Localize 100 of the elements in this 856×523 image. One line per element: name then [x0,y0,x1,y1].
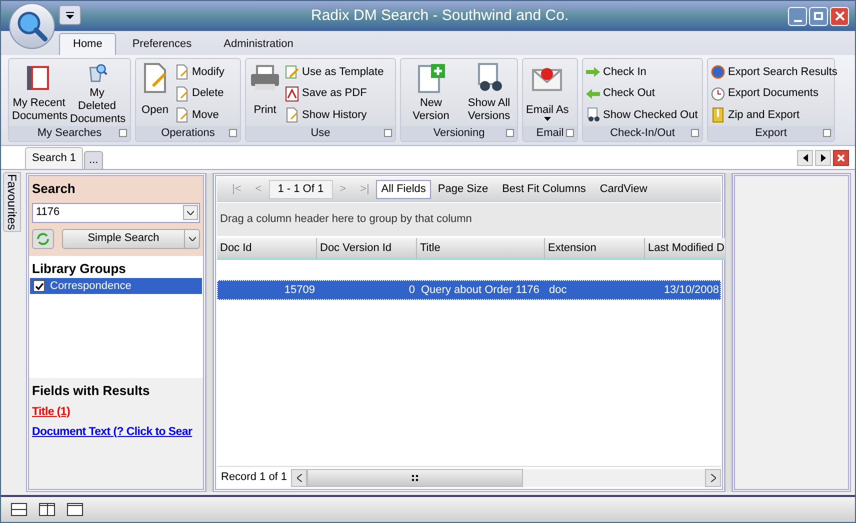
ribbon-small-button[interactable]: Delete [174,84,224,104]
ribbon-small-button[interactable]: Export Search Results [710,62,838,82]
document-icon [284,107,300,123]
ribbon-large-button[interactable]: My Recent Documents [11,61,67,126]
dialog-launcher-icon[interactable] [384,129,392,137]
table-cell-text: doc [548,282,568,298]
fields-heading: Fields with Results [32,382,151,400]
document-icon [174,64,190,80]
grid-toolbar-button[interactable]: CardView [592,180,654,198]
field-link[interactable]: Document Text (? Click to Sear [32,424,200,441]
ribbon-small-button[interactable]: Show History [284,105,384,125]
scroll-left-button[interactable] [797,150,813,166]
column-header[interactable]: Doc Id [217,238,317,260]
dialog-launcher-icon[interactable] [691,129,699,137]
ribbon-group-caption: My Searches [9,126,130,141]
close-button[interactable] [830,6,849,26]
layout-horizontal-icon[interactable] [11,503,27,516]
ribbon-small-button[interactable]: Use as Template [284,62,384,82]
ribbon-small-button[interactable]: Check Out [585,84,698,104]
document-tab[interactable]: ... [84,151,104,169]
dropdown-icon[interactable] [183,205,198,220]
dialog-launcher-icon[interactable] [229,129,237,137]
search-combo-field[interactable]: 1176 [32,202,200,222]
table-row[interactable]: 15709 0 Query about Order 1176 doc 13/10/2008 [217,280,721,300]
ribbon-large-button[interactable]: Print [248,61,282,126]
ribbon-tab[interactable]: Home [59,33,116,55]
close-icon [834,11,844,21]
ribbon-small-button[interactable]: Save as PDF [284,84,384,104]
ribbon-small-button[interactable]: Check In [585,62,698,82]
arrow-right-icon [585,64,601,80]
column-header[interactable]: Doc Version Id [317,238,417,260]
close-tab-button[interactable] [833,150,849,166]
document-icon [174,107,190,123]
ribbon-group-caption: Email [523,126,577,141]
ribbon-tab[interactable]: Preferences [116,33,208,55]
ribbon-large-button[interactable]: My Deleted Documents [69,61,125,126]
scroll-right-button[interactable] [815,150,831,166]
checkmark-icon [34,282,44,290]
ribbon-large-button[interactable]: New Version [403,61,459,126]
field-link[interactable]: Title (1) [32,404,200,421]
dropdown-icon[interactable] [184,230,199,248]
grid-toolbar-button[interactable]: Best Fit Columns [495,180,593,198]
search-heading: Search [32,180,76,198]
column-header[interactable]: Extension [545,238,645,260]
ribbon-small-button[interactable]: Modify [174,62,224,82]
document-icon [174,86,190,102]
scroll-thumb[interactable] [307,468,524,486]
table-cell-text: Query about Order 1176 [420,282,540,298]
ribbon-small-button[interactable]: Export Documents [710,84,838,104]
binoculars-icon [585,107,601,123]
record-info: Record 1 of 1 [220,470,288,486]
grip-icon [412,474,418,480]
ribbon-group-caption: Export [708,126,834,141]
layout-vertical-icon[interactable] [39,503,55,516]
ribbon-large-button[interactable]: Open [138,61,172,126]
ribbon-group-caption: Operations [136,126,240,141]
magnifier-icon [15,9,49,43]
layout-single-icon[interactable] [67,503,83,516]
quick-access-menu-button[interactable] [59,5,81,25]
close-icon [837,154,845,162]
ribbon-group-caption: Check-In/Out [583,126,702,141]
library-groups-heading: Library Groups [31,260,127,278]
library-group-item[interactable]: Correspondence [30,278,202,294]
refresh-icon [36,232,50,246]
search-mode-button[interactable]: Simple Search [62,228,200,248]
dialog-launcher-icon[interactable] [119,129,127,137]
grid-toolbar-button[interactable]: Page Size [430,180,496,198]
dialog-launcher-icon[interactable] [506,129,514,137]
ribbon-large-button[interactable]: Show All Versions [461,61,517,126]
document-tab[interactable]: Search 1 [25,147,84,169]
ribbon-tab[interactable]: Administration [208,33,310,55]
maximize-button[interactable] [809,6,828,26]
group-by-hint: Drag a column header here to group by that column [220,212,472,228]
window-title: Radix DM Search - Southwind and Co. [311,6,570,26]
clock-icon [710,86,726,102]
table-cell-text: 0 [408,282,416,298]
column-header[interactable]: Title [417,238,545,260]
document-plus-icon [415,62,447,94]
ribbon-small-button[interactable]: Zip and Export [710,105,838,125]
grid-toolbar-button[interactable]: All Fields [376,180,431,198]
ribbon-group-caption: Versioning [401,126,517,141]
table-cell-text: 13/10/2008 [662,282,720,298]
ribbon-small-button[interactable]: Move [174,105,224,125]
horizontal-scrollbar[interactable] [291,468,721,486]
checkbox[interactable] [33,280,45,292]
ribbon-group-caption: Use [246,126,395,141]
ribbon-large-button[interactable]: Email As [525,61,570,126]
caret-icon [66,12,74,18]
favourites-side-tab[interactable]: Favourites [3,172,21,232]
dialog-launcher-icon[interactable] [823,129,831,137]
triangle-left-icon [802,154,808,162]
minimize-button[interactable] [788,6,807,26]
pencil-icon [284,64,300,80]
dialog-launcher-icon[interactable] [566,129,574,137]
ribbon-small-button[interactable]: Show Checked Out [585,105,698,125]
refresh-button[interactable] [32,228,54,248]
triangle-right-icon [820,154,826,162]
page-info: 1 - 1 Of 1 [268,180,333,198]
table-cell-text: 15709 [283,282,316,298]
pdf-icon [284,86,300,102]
